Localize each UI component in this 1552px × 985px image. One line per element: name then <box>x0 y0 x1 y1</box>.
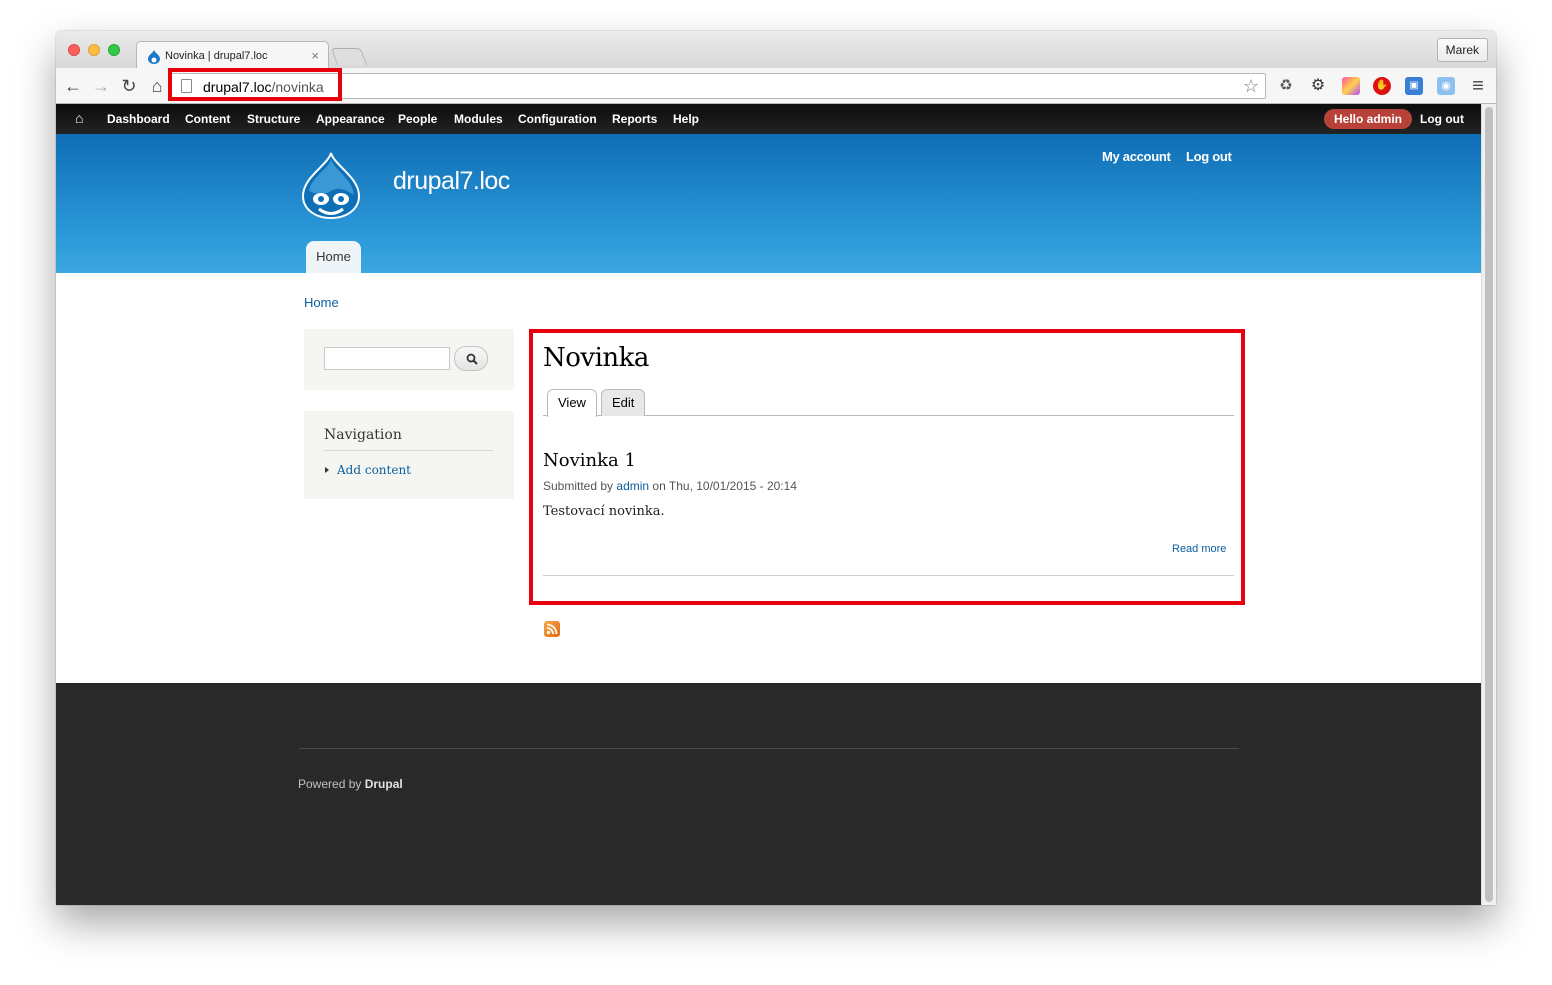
scrollbar-thumb[interactable] <box>1485 107 1493 902</box>
drupal-logo-icon[interactable] <box>301 151 361 219</box>
profile-button[interactable]: Marek <box>1436 38 1488 62</box>
new-tab-button[interactable] <box>330 48 368 65</box>
tab-title: Novinka | drupal7.loc <box>165 50 268 62</box>
page-scrollbar[interactable] <box>1481 104 1496 905</box>
powered-by-prefix: Powered by <box>298 777 362 791</box>
site-name[interactable]: drupal7.loc <box>393 167 510 196</box>
search-button[interactable] <box>454 346 488 371</box>
bullet-arrow-icon <box>325 467 329 473</box>
drupal-favicon-icon <box>148 50 160 64</box>
node-title-link[interactable]: Novinka 1 <box>543 450 636 471</box>
reload-icon[interactable]: ↻ <box>118 75 140 97</box>
site-footer: Powered by Drupal <box>56 683 1481 905</box>
search-block <box>304 329 514 390</box>
bookmark-star-icon[interactable]: ☆ <box>1243 76 1259 97</box>
submitted-date: on Thu, 10/01/2015 - 20:14 <box>652 479 797 493</box>
browser-window: Novinka | drupal7.loc × Marek ← → ↻ ⌂ dr… <box>56 31 1496 905</box>
admin-menu-reports[interactable]: Reports <box>612 112 657 126</box>
forward-icon[interactable]: → <box>90 75 112 97</box>
submitted-prefix: Submitted by <box>543 479 614 493</box>
browser-toolbar: ← → ↻ ⌂ drupal7.loc/novinka ☆ ♻ ⚙ ✋ ▣ ◉ … <box>56 68 1496 104</box>
navigation-block: Navigation Add content <box>304 411 514 499</box>
read-more-link[interactable]: Read more <box>1172 543 1226 555</box>
admin-logout-link[interactable]: Log out <box>1420 112 1464 126</box>
rss-feed-icon[interactable] <box>544 621 560 637</box>
title-bar: Novinka | drupal7.loc × Marek <box>56 31 1496 69</box>
admin-menu-configuration[interactable]: Configuration <box>518 112 597 126</box>
author-link[interactable]: admin <box>616 479 649 493</box>
logout-link[interactable]: Log out <box>1186 149 1232 164</box>
powered-by-text: Powered by Drupal <box>298 777 403 791</box>
gear-icon[interactable]: ⚙ <box>1309 77 1327 95</box>
search-icon <box>466 353 478 365</box>
main-menu-home-tab[interactable]: Home <box>306 241 361 273</box>
close-window-button[interactable] <box>68 44 80 56</box>
drupal-link[interactable]: Drupal <box>365 777 403 791</box>
hello-admin-badge[interactable]: Hello admin <box>1324 109 1413 129</box>
node-submitted-info: Submitted by admin on Thu, 10/01/2015 - … <box>543 479 797 493</box>
page-title: Novinka <box>543 343 649 373</box>
admin-menu-help[interactable]: Help <box>673 112 699 126</box>
zoom-window-button[interactable] <box>108 44 120 56</box>
admin-menu-content[interactable]: Content <box>185 112 230 126</box>
tab-edit[interactable]: Edit <box>601 389 646 416</box>
admin-menu-people[interactable]: People <box>398 112 437 126</box>
camera-icon[interactable]: ◉ <box>1437 77 1455 95</box>
admin-toolbar: ⌂ Dashboard Content Structure Appearance… <box>56 104 1481 134</box>
my-account-link[interactable]: My account <box>1102 149 1171 164</box>
search-input[interactable] <box>324 347 450 370</box>
tabs-divider <box>543 415 1234 416</box>
admin-menu-modules[interactable]: Modules <box>454 112 503 126</box>
node-body: Testovací novinka. <box>543 504 665 519</box>
footer-divider <box>299 748 1239 749</box>
back-icon[interactable]: ← <box>62 75 84 97</box>
window-icon[interactable]: ▣ <box>1405 77 1423 95</box>
tab-view[interactable]: View <box>547 389 597 417</box>
admin-home-icon[interactable]: ⌂ <box>75 110 83 126</box>
minimize-window-button[interactable] <box>88 44 100 56</box>
home-icon[interactable]: ⌂ <box>146 75 168 97</box>
admin-menu-appearance[interactable]: Appearance <box>316 112 385 126</box>
navigation-divider <box>324 450 493 451</box>
browser-tab-active[interactable]: Novinka | drupal7.loc × <box>136 41 329 69</box>
navigation-title: Navigation <box>324 427 402 443</box>
site-header: drupal7.loc My account Log out Home <box>56 134 1481 273</box>
tab-close-icon[interactable]: × <box>311 48 319 63</box>
add-content-link[interactable]: Add content <box>337 463 411 477</box>
node-divider <box>543 575 1234 576</box>
recycle-icon[interactable]: ♻ <box>1277 77 1295 95</box>
color-picker-icon[interactable] <box>1342 77 1360 95</box>
menu-icon[interactable]: ≡ <box>1467 75 1489 97</box>
url-highlight-box <box>168 68 342 101</box>
stop-icon[interactable]: ✋ <box>1373 77 1391 95</box>
admin-menu-structure[interactable]: Structure <box>247 112 300 126</box>
admin-menu-dashboard[interactable]: Dashboard <box>107 112 170 126</box>
breadcrumb-home-link[interactable]: Home <box>304 295 339 310</box>
